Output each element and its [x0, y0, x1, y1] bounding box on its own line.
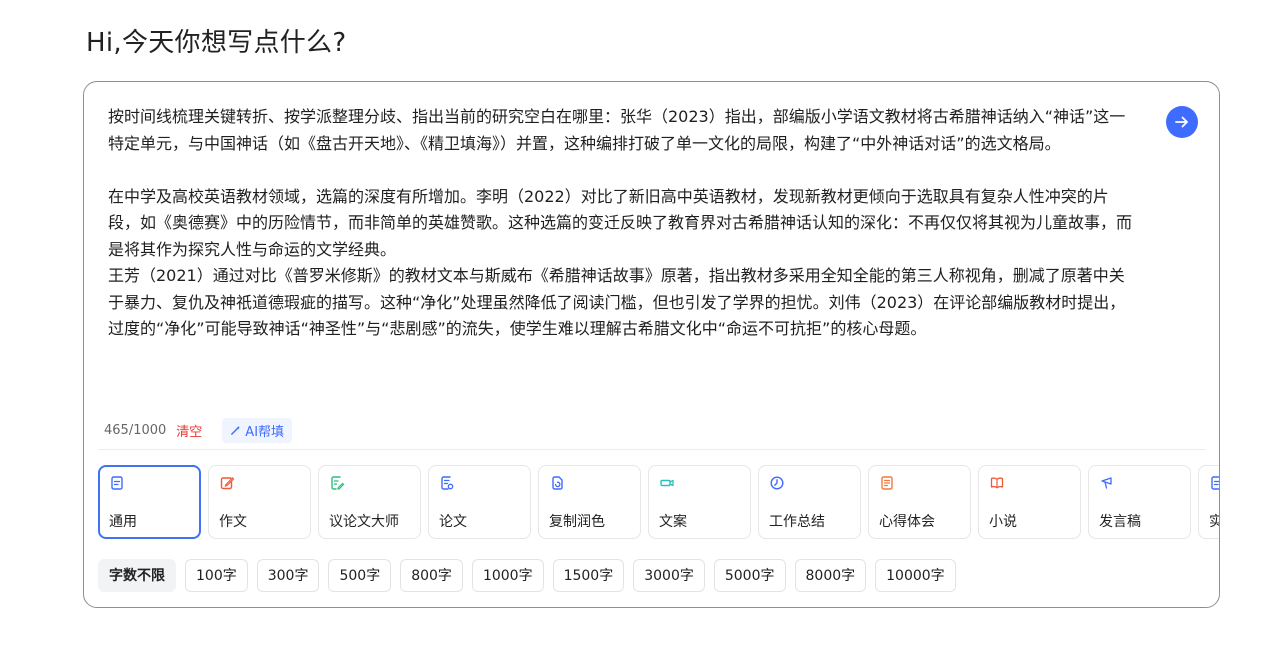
type-card-2[interactable]: 议论文大师 — [318, 465, 421, 539]
type-card-label: 心得体会 — [879, 514, 935, 530]
type-card-label: 论文 — [439, 514, 467, 530]
editor-meta: 465/1000 清空 AI帮填 — [104, 417, 293, 443]
word-limit-chip-2[interactable]: 300字 — [256, 558, 320, 592]
type-card-5[interactable]: 文案 — [648, 465, 751, 539]
arrow-right-icon — [1175, 116, 1188, 128]
type-card-7[interactable]: 心得体会 — [868, 465, 971, 539]
doc-icon — [111, 476, 123, 490]
type-card-0[interactable]: 通用 — [98, 465, 201, 539]
microphone-icon — [1101, 477, 1112, 489]
prompt-textarea[interactable]: 按时间线梳理关键转折、按学派整理分歧、指出当前的研究空白在哪里：张华（2023）… — [108, 104, 1138, 412]
type-card-4[interactable]: 复制润色 — [538, 465, 641, 539]
doc-edit-icon — [331, 476, 345, 490]
word-limit-chip-10[interactable]: 10000字 — [875, 558, 956, 592]
type-card-1[interactable]: 作文 — [208, 465, 311, 539]
type-card-label: 发言稿 — [1099, 514, 1141, 530]
type-card-label: 文案 — [659, 514, 687, 530]
writing-type-list: 通用 作文 议论文大师 论文 复制润色 文案 工作总结 心得体会 小说 发言稿 实 — [98, 465, 1219, 541]
word-limit-chip-6[interactable]: 1500字 — [552, 558, 625, 592]
word-limit-chip-1[interactable]: 100字 — [185, 558, 248, 592]
word-limit-chip-7[interactable]: 3000字 — [633, 558, 705, 592]
type-card-label: 小说 — [989, 514, 1017, 530]
type-card-8[interactable]: 小说 — [978, 465, 1081, 539]
magic-wand-icon — [231, 425, 241, 435]
compose-panel: 按时间线梳理关键转折、按学派整理分歧、指出当前的研究空白在哪里：张华（2023）… — [83, 81, 1220, 608]
type-card-label: 工作总结 — [769, 514, 825, 530]
word-limit-chip-0[interactable]: 字数不限 — [98, 558, 176, 592]
clock-icon — [770, 476, 784, 490]
type-card-label: 实 — [1209, 511, 1219, 531]
word-limit-chip-9[interactable]: 8000字 — [794, 558, 867, 592]
divider — [98, 449, 1206, 450]
type-card-9[interactable]: 发言稿 — [1088, 465, 1191, 539]
word-limit-chip-4[interactable]: 800字 — [400, 558, 463, 592]
book-icon — [990, 477, 1004, 489]
type-card-label: 作文 — [219, 514, 247, 530]
ai-fill-button[interactable]: AI帮填 — [222, 417, 293, 443]
clear-button[interactable]: 清空 — [176, 421, 202, 440]
paper-icon — [441, 476, 454, 490]
word-limit-chip-8[interactable]: 5000字 — [713, 558, 786, 592]
speaker-icon — [660, 479, 674, 487]
word-limit-chip-5[interactable]: 1000字 — [471, 558, 544, 592]
send-button[interactable] — [1166, 106, 1198, 138]
doc-icon — [1211, 476, 1219, 490]
type-card-6[interactable]: 工作总结 — [758, 465, 861, 539]
page-title: Hi,今天你想写点什么? — [86, 28, 347, 58]
note-icon — [881, 476, 893, 490]
type-card-10[interactable]: 实 — [1198, 465, 1219, 539]
word-limit-list: 字数不限 100字 300字 500字 800字 1000字 1500字 3000字 5000字… — [98, 558, 956, 592]
char-count: 465/1000 — [104, 422, 167, 438]
type-card-label: 通用 — [109, 514, 137, 530]
type-card-label: 议论文大师 — [329, 514, 399, 530]
pencil-square-icon — [220, 477, 235, 490]
type-card-label: 复制润色 — [549, 514, 605, 530]
ai-fill-label: AI帮填 — [245, 424, 285, 440]
type-card-3[interactable]: 论文 — [428, 465, 531, 539]
refresh-doc-icon — [552, 476, 563, 490]
word-limit-chip-3[interactable]: 500字 — [328, 558, 392, 592]
